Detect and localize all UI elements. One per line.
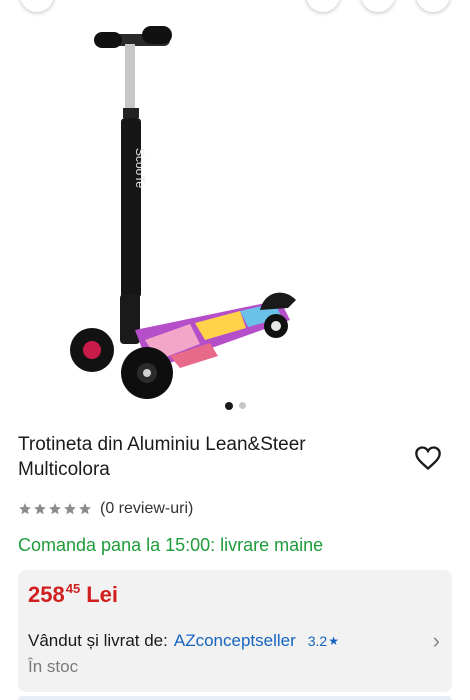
review-count[interactable]: (0 review-uri) <box>100 500 193 518</box>
chevron-right-icon[interactable]: › <box>433 628 440 654</box>
image-pagination-dots <box>0 401 470 410</box>
star-icon <box>79 503 91 515</box>
offer-card: 258 45 Lei Vândut și livrat de: AZconcep… <box>18 570 452 692</box>
seller-row[interactable]: Vândut și livrat de: AZconceptseller 3.2… <box>28 631 339 651</box>
favorite-heart-icon[interactable] <box>414 444 442 472</box>
stock-status: În stoc <box>28 657 79 676</box>
price-integer: 258 <box>28 582 65 607</box>
price: 258 45 Lei <box>28 582 118 608</box>
delivery-info: Comanda pana la 15:00: livrare maine <box>18 535 324 555</box>
star-icon: ★ <box>328 634 339 648</box>
product-title: Trotineta din Aluminiu Lean&Steer Multic… <box>18 434 306 480</box>
price-currency: Lei <box>86 582 118 607</box>
next-section-edge <box>18 696 452 700</box>
pagination-dot-active[interactable] <box>224 401 233 410</box>
price-decimals: 45 <box>65 581 81 596</box>
star-icon <box>64 503 76 515</box>
seller-name-link[interactable]: AZconceptseller <box>174 631 296 651</box>
rating-row[interactable]: (0 review-uri) <box>18 500 193 518</box>
rating-stars <box>18 502 92 516</box>
seller-rating: 3.2 ★ <box>308 633 339 649</box>
product-image-gallery[interactable]: ScooTe <box>0 0 470 420</box>
seller-label: Vândut și livrat de: <box>28 631 168 650</box>
star-icon <box>34 503 46 515</box>
star-icon <box>49 503 61 515</box>
star-icon <box>19 503 31 515</box>
seller-rating-value: 3.2 <box>307 633 328 649</box>
pagination-dot[interactable] <box>238 402 246 409</box>
product-image: ScooTe <box>70 26 296 399</box>
svg-text:ScooTe: ScooTe <box>133 148 147 188</box>
